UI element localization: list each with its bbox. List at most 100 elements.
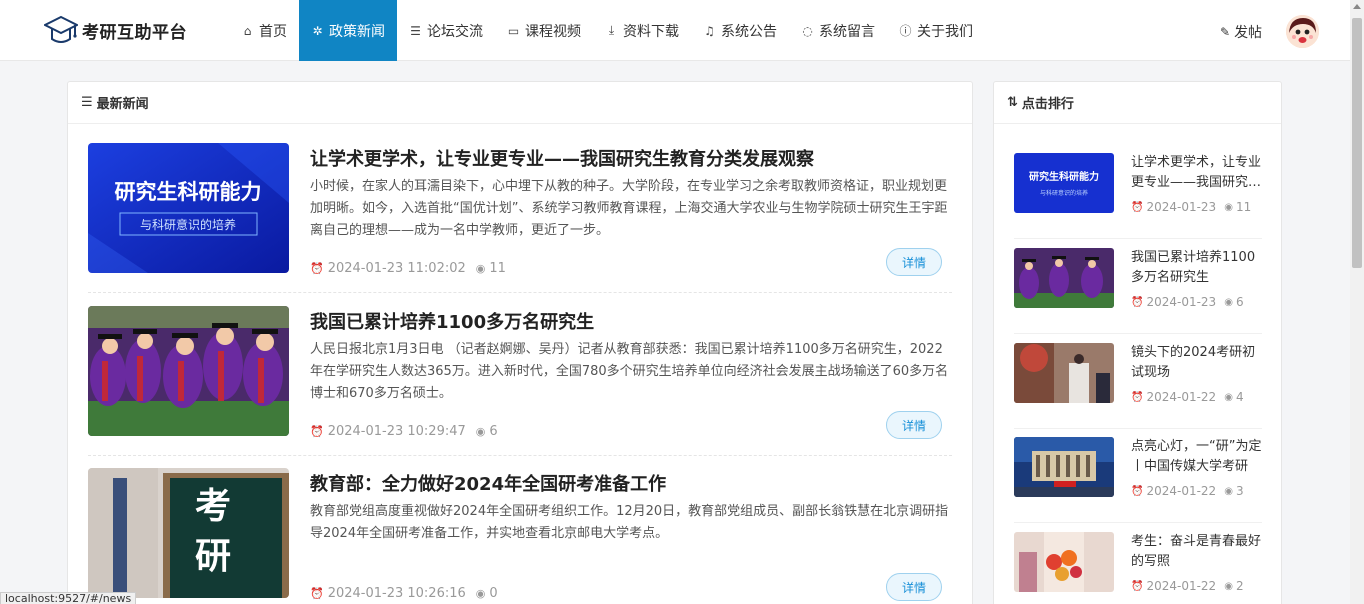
nav-label: 首页 (259, 23, 287, 40)
eye-icon: ◉ (475, 425, 486, 438)
clock-icon: ⏰ (1131, 485, 1144, 497)
news-summary: 小时候，在家人的耳濡目染下，心中埋下从教的种子。大学阶段，在专业学习之余考取教师… (310, 179, 948, 238)
news-item[interactable]: 我国已累计培养1100多万名研究生 人民日报北京1月3日电 （记者赵婀娜、吴丹）… (88, 306, 952, 456)
eye-icon: ◉ (1224, 580, 1233, 592)
clock-icon: ⏰ (1131, 296, 1144, 308)
click-ranking-card: ⇅ 点击排行 研究生科研能力 与科研意识的培养 让学术更学术，让专业更专业——我… (993, 81, 1282, 604)
news-summary: 人民日报北京1月3日电 （记者赵婀娜、吴丹）记者从教育部获悉：我国已累计培养11… (310, 342, 949, 401)
ranking-thumbnail[interactable] (1014, 248, 1114, 308)
news-time: 2024-01-23 10:26:16 (327, 586, 466, 601)
banner-main-text: 研究生科研能力 (115, 180, 262, 204)
post-button[interactable]: ✎ 发帖 (1220, 22, 1262, 42)
sort-icon: ⇅ (1007, 95, 1018, 110)
ranking-title[interactable]: 让学术更学术，让专业更专业——我国研究生教育分类发展观察 (1131, 153, 1264, 193)
ranking-title[interactable]: 镜头下的2024考研初试现场 (1131, 343, 1264, 383)
news-summary: 教育部党组高度重视做好2024年全国研考组织工作。12月20日，教育部党组成员、… (310, 504, 949, 541)
gear-icon: ✲ (312, 23, 323, 38)
detail-button[interactable]: 详情 (886, 573, 942, 601)
svg-text:与科研意识的培养: 与科研意识的培养 (1040, 189, 1088, 197)
ranking-item[interactable]: 考生：奋斗是青春最好的写照 ⏰ 2024-01-22 ◉ 2 (1014, 532, 1262, 604)
news-thumbnail[interactable]: 考 研 (88, 468, 289, 598)
message-icon: ◌ (802, 23, 813, 38)
news-thumbnail[interactable] (88, 306, 289, 436)
clock-icon: ⏰ (310, 587, 324, 600)
ranking-item[interactable]: 我国已累计培养1100多万名研究生 ⏰ 2024-01-23 ◉ 6 (1014, 248, 1262, 334)
news-item[interactable]: 考 研 教育部：全力做好2024年全国研考准备工作 教育部党组高度重视做好202… (88, 468, 952, 604)
nav-label: 政策新闻 (329, 23, 385, 40)
nav-label: 课程视频 (525, 23, 581, 40)
news-thumbnail[interactable]: 研究生科研能力 与科研意识的培养 (88, 143, 289, 273)
graduation-photo-image (88, 306, 289, 436)
eye-icon: ◉ (1224, 296, 1233, 308)
nav-label: 系统留言 (819, 23, 875, 40)
ranking-title[interactable]: 点亮心灯，一“研”为定丨中国传媒大学考研 (1131, 437, 1264, 477)
download-icon: ⤓ (608, 23, 615, 37)
eye-icon: ◉ (475, 262, 486, 275)
nav-item-2[interactable]: ☰ 论坛交流 (397, 0, 495, 61)
eye-icon: ◉ (1224, 485, 1233, 497)
scroll-thumb[interactable] (1352, 18, 1362, 268)
ranking-thumbnail[interactable] (1014, 343, 1114, 403)
research-banner-image: 研究生科研能力 与科研意识的培养 (88, 143, 289, 273)
ranking-meta: ⏰ 2024-01-23 ◉ 11 (1131, 200, 1252, 214)
ranking-meta: ⏰ 2024-01-22 ◉ 4 (1131, 390, 1244, 404)
detail-button[interactable]: 详情 (886, 411, 942, 439)
detail-button[interactable]: 详情 (886, 248, 942, 276)
ranking-meta: ⏰ 2024-01-23 ◉ 6 (1131, 295, 1244, 309)
campus-night-image (1014, 437, 1114, 497)
ranking-title[interactable]: 考生：奋斗是青春最好的写照 (1131, 532, 1264, 572)
site-logo[interactable]: 考研互助平台 (44, 13, 187, 47)
sign-char-2: 研 (195, 536, 231, 577)
video-icon: ▭ (507, 23, 520, 38)
ranking-item[interactable]: 点亮心灯，一“研”为定丨中国传媒大学考研 ⏰ 2024-01-22 ◉ 3 (1014, 437, 1262, 523)
ranking-item[interactable]: 镜头下的2024考研初试现场 ⏰ 2024-01-22 ◉ 4 (1014, 343, 1262, 429)
list-icon: ☰ (81, 95, 93, 110)
site-title: 考研互助平台 (82, 22, 187, 43)
eye-icon: ◉ (1224, 201, 1233, 213)
eye-icon: ◉ (475, 587, 486, 600)
nav-item-3[interactable]: ▭ 课程视频 (495, 0, 593, 61)
ranking-meta: ⏰ 2024-01-22 ◉ 3 (1131, 484, 1244, 498)
news-title[interactable]: 我国已累计培养1100多万名研究生 (310, 308, 594, 334)
news-meta: ⏰ 2024-01-23 10:29:47 ◉ 6 (310, 424, 498, 439)
avatar-icon (1286, 15, 1319, 48)
nav-label: 系统公告 (721, 23, 777, 40)
top-header: 考研互助平台 ⌂ 首页 ✲ 政策新闻 ☰ 论坛交流 ▭ 课程视频 ⤓ 资料下载 ♫ 系统公告 ◌ 系统留言… (0, 0, 1350, 61)
ranking-thumbnail[interactable]: 研究生科研能力 与科研意识的培养 (1014, 153, 1114, 213)
ranking-title[interactable]: 我国已累计培养1100多万名研究生 (1131, 248, 1264, 288)
scroll-up-arrow-icon[interactable] (1353, 4, 1361, 9)
avatar[interactable] (1286, 15, 1319, 48)
nav-item-0[interactable]: ⌂ 首页 (229, 0, 299, 61)
news-time: 2024-01-23 11:02:02 (327, 261, 466, 276)
exam-site-photo-image (1014, 343, 1114, 403)
clock-icon: ⏰ (310, 425, 324, 438)
nav-label: 关于我们 (917, 23, 973, 40)
graduation-photo-image (1014, 248, 1114, 308)
clock-icon: ⏰ (1131, 391, 1144, 403)
clock-icon: ⏰ (310, 262, 324, 275)
ranking-thumbnail[interactable] (1014, 532, 1114, 592)
clock-icon: ⏰ (1131, 201, 1144, 213)
news-item[interactable]: 研究生科研能力 与科研意识的培养 让学术更学术，让专业更专业——我国研究生教育分… (88, 143, 952, 293)
ranking-item[interactable]: 研究生科研能力 与科研意识的培养 让学术更学术，让专业更专业——我国研究生教育分… (1014, 153, 1262, 239)
nav-item-1[interactable]: ✲ 政策新闻 (299, 0, 397, 61)
nav-item-4[interactable]: ⤓ 资料下载 (593, 0, 691, 61)
news-title[interactable]: 让学术更学术，让专业更专业——我国研究生教育分类发展观察 (310, 145, 814, 171)
nav-item-5[interactable]: ♫ 系统公告 (691, 0, 789, 61)
home-icon: ⌂ (243, 23, 252, 38)
ranking-thumbnail[interactable] (1014, 437, 1114, 497)
clock-icon: ⏰ (1131, 580, 1144, 592)
nav-label: 资料下载 (623, 23, 679, 40)
news-title[interactable]: 教育部：全力做好2024年全国研考准备工作 (310, 470, 666, 496)
nav-item-6[interactable]: ◌ 系统留言 (789, 0, 887, 61)
news-views: ◉ 6 (475, 424, 498, 439)
news-views: ◉ 0 (475, 586, 498, 601)
status-bar-url: localhost:9527/#/news (0, 592, 137, 604)
nav-item-7[interactable]: ⓘ 关于我们 (887, 0, 985, 61)
main-nav: ⌂ 首页 ✲ 政策新闻 ☰ 论坛交流 ▭ 课程视频 ⤓ 资料下载 ♫ 系统公告 ◌ 系统留言 ⓘ 关于我们 (229, 0, 985, 61)
page-scrollbar[interactable] (1350, 0, 1364, 604)
news-views: ◉ 11 (475, 261, 506, 276)
edit-icon: ✎ (1220, 25, 1231, 39)
research-banner-image: 研究生科研能力 与科研意识的培养 (1014, 153, 1114, 213)
svg-text:研究生科研能力: 研究生科研能力 (1029, 170, 1099, 183)
